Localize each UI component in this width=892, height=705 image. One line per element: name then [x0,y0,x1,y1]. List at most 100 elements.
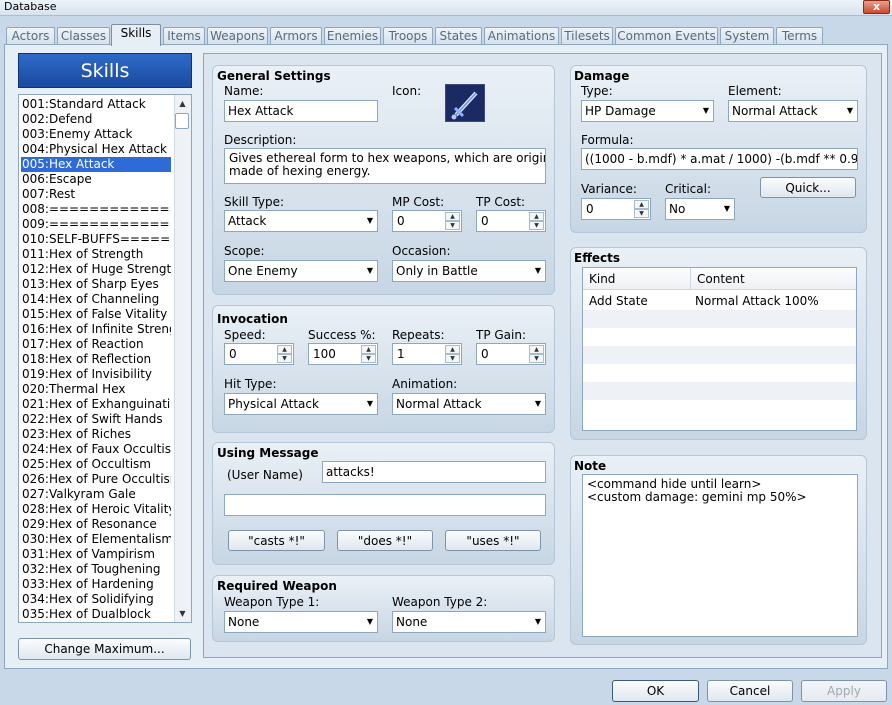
cancel-button[interactable]: Cancel [707,680,793,702]
list-item[interactable]: 010:SELF-BUFFS========= [21,232,171,247]
list-item[interactable]: 015:Hex of False Vitality [21,307,171,322]
scroll-down-arrow-icon[interactable]: ▼ [174,606,191,621]
change-maximum-button[interactable]: Change Maximum... [18,638,191,660]
spin-down-icon[interactable]: ▼ [445,354,460,363]
list-item[interactable]: 031:Hex of Vampirism [21,547,171,562]
list-item[interactable]: 029:Hex of Resonance [21,517,171,532]
table-row[interactable] [583,310,856,328]
variance-spinner[interactable]: 0 ▲ ▼ [581,198,651,220]
list-item[interactable]: 016:Hex of Infinite Strength [21,322,171,337]
list-item[interactable]: 034:Hex of Solidifying [21,592,171,607]
tp-gain-spinner[interactable]: 0 ▲ ▼ [476,343,546,365]
list-item[interactable]: 001:Standard Attack [21,97,171,112]
list-item[interactable]: 030:Hex of Elementalism [21,532,171,547]
weapon-type-1-select[interactable]: None ▼ [224,611,378,633]
apply-button[interactable]: Apply [801,680,887,702]
tab-actors[interactable]: Actors [6,27,55,45]
tab-states[interactable]: States [435,27,482,45]
list-item[interactable]: 002:Defend [21,112,171,127]
scroll-thumb[interactable] [175,113,189,129]
description-field[interactable]: Gives ethereal form to hex weapons, whic… [224,148,546,184]
ok-button[interactable]: OK [612,680,699,702]
formula-field[interactable]: ((1000 - b.mdf) * a.mat / 1000) -(b.mdf … [581,148,858,170]
damage-type-select[interactable]: HP Damage ▼ [581,100,714,122]
message-line-1-field[interactable]: attacks! [322,461,546,483]
list-item[interactable]: 013:Hex of Sharp Eyes [21,277,171,292]
does-button[interactable]: "does *!" [337,530,433,551]
list-item[interactable]: 023:Hex of Riches [21,427,171,442]
list-item[interactable]: 011:Hex of Strength [21,247,171,262]
tab-enemies[interactable]: Enemies [324,27,381,45]
table-row[interactable] [583,400,856,418]
tab-troops[interactable]: Troops [383,27,433,45]
list-item[interactable]: 004:Physical Hex Attack [21,142,171,157]
list-item[interactable]: 014:Hex of Channeling [21,292,171,307]
table-row[interactable] [583,382,856,400]
list-item[interactable]: 021:Hex of Exhanguination [21,397,171,412]
spin-down-icon[interactable]: ▼ [445,221,460,230]
list-item[interactable]: 022:Hex of Swift Hands [21,412,171,427]
tab-weapons[interactable]: Weapons [207,27,268,45]
element-select[interactable]: Normal Attack ▼ [728,100,858,122]
list-item[interactable]: 006:Escape [21,172,171,187]
sword-icon[interactable] [445,84,485,122]
list-item[interactable]: 005:Hex Attack [21,157,171,172]
list-item[interactable]: 003:Enemy Attack [21,127,171,142]
uses-button[interactable]: "uses *!" [445,530,541,551]
weapon-type-2-select[interactable]: None ▼ [392,611,546,633]
spin-up-icon[interactable]: ▲ [529,212,544,221]
list-item[interactable]: 018:Hex of Reflection [21,352,171,367]
list-item[interactable]: 009:================= [21,217,171,232]
spin-up-icon[interactable]: ▲ [634,200,649,209]
quick-button[interactable]: Quick... [760,177,856,198]
tp-cost-spinner[interactable]: 0 ▲ ▼ [476,210,546,232]
list-item[interactable]: 008:================= [21,202,171,217]
spin-up-icon[interactable]: ▲ [529,345,544,354]
spin-down-icon[interactable]: ▼ [529,354,544,363]
list-item[interactable]: 020:Thermal Hex [21,382,171,397]
table-row[interactable] [583,364,856,382]
table-row[interactable] [583,328,856,346]
name-field[interactable]: Hex Attack [224,100,378,122]
success-spinner[interactable]: 100 ▲ ▼ [308,343,378,365]
spin-up-icon[interactable]: ▲ [361,345,376,354]
list-item[interactable]: 024:Hex of Faux Occultism [21,442,171,457]
tab-armors[interactable]: Armors [270,27,322,45]
message-line-2-field[interactable] [224,494,546,516]
column-header-kind[interactable]: Kind [583,268,691,290]
spin-up-icon[interactable]: ▲ [445,345,460,354]
spin-down-icon[interactable]: ▼ [361,354,376,363]
list-item[interactable]: 017:Hex of Reaction [21,337,171,352]
list-item[interactable]: 033:Hex of Hardening [21,577,171,592]
note-field[interactable]: <command hide until learn> <custom damag… [582,474,858,637]
close-button[interactable]: x [863,0,890,14]
scroll-up-arrow-icon[interactable]: ▲ [174,96,191,111]
tab-items[interactable]: Items [163,27,205,45]
spin-up-icon[interactable]: ▲ [277,345,292,354]
mp-cost-spinner[interactable]: 0 ▲ ▼ [392,210,462,232]
list-item[interactable]: 012:Hex of Huge Strength [21,262,171,277]
list-scrollbar[interactable] [174,95,191,622]
tab-system[interactable]: System [720,27,774,45]
occasion-select[interactable]: Only in Battle ▼ [392,260,546,282]
tab-animations[interactable]: Animations [484,27,559,45]
tab-skills[interactable]: Skills [111,24,161,46]
scope-select[interactable]: One Enemy ▼ [224,260,378,282]
list-item[interactable]: 028:Hex of Heroic Vitality [21,502,171,517]
column-header-content[interactable]: Content [691,268,856,290]
table-row[interactable] [583,346,856,364]
repeats-spinner[interactable]: 1 ▲ ▼ [392,343,462,365]
spin-down-icon[interactable]: ▼ [634,209,649,218]
skill-list[interactable]: 001:Standard Attack 002:Defend 003:Enemy A… [18,94,192,623]
casts-button[interactable]: "casts *!" [228,530,325,551]
list-item[interactable]: 027:Valkyram Gale [21,487,171,502]
hit-type-select[interactable]: Physical Attack ▼ [224,393,378,415]
table-row[interactable]: Add State Normal Attack 100% [583,292,856,310]
list-item[interactable]: 025:Hex of Occultism [21,457,171,472]
tab-terms[interactable]: Terms [776,27,823,45]
spin-down-icon[interactable]: ▼ [277,354,292,363]
list-item[interactable]: 007:Rest [21,187,171,202]
list-item[interactable]: 026:Hex of Pure Occultism [21,472,171,487]
speed-spinner[interactable]: 0 ▲ ▼ [224,343,294,365]
animation-select[interactable]: Normal Attack ▼ [392,393,546,415]
